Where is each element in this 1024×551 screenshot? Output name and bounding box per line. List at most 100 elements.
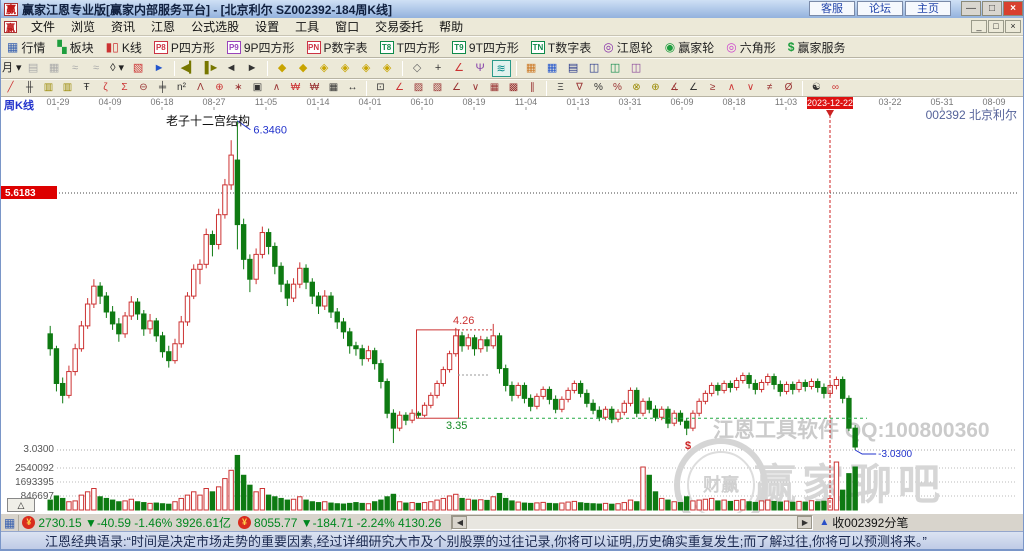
last-page-icon[interactable]: ▐► [201,60,220,77]
diamond-tool-6-icon[interactable]: ◈ [378,60,397,77]
toolbar-button-t-number-table[interactable]: TN T数字表 [525,38,597,57]
gann-draw-tool-11-icon[interactable]: Λ [192,81,209,96]
gann-draw-tool-34-icon[interactable]: ⊕ [647,81,664,96]
gann-draw-tool-4-icon[interactable]: ▥ [59,81,76,96]
gann-draw-tool-17-icon[interactable]: ₩ [306,81,323,96]
gann-draw-tool-7-icon[interactable]: Σ [116,81,133,96]
toolbar-button-gann-wheel[interactable]: ◎ 江恩轮 [597,38,659,57]
gann-draw-tool-33-icon[interactable]: ⊗ [628,81,645,96]
notebook-icon[interactable]: ▤ [564,60,583,77]
gann-draw-tool-18-icon[interactable]: ▦ [325,81,342,96]
gann-draw-tool-8-icon[interactable]: ⊖ [135,81,152,96]
taiji-tool-icon[interactable]: ∞ [827,81,844,96]
maximize-button[interactable]: □ [982,1,1002,16]
gann-draw-tool-2-icon[interactable]: ╫ [21,81,38,96]
gann-draw-tool-38-icon[interactable]: ∧ [723,81,740,96]
page-right-icon[interactable]: ► [243,60,262,77]
mdi-minimize-button[interactable]: _ [971,20,987,33]
horizontal-scrollbar[interactable]: ◀ ▶ [451,515,814,530]
gann-draw-tool-21-icon[interactable]: ∠ [391,81,408,96]
style-dropdown-icon[interactable]: ◊ ▾ [108,60,127,77]
gann-draw-tool-23-icon[interactable]: ▧ [429,81,446,96]
toolbar-button-t-square[interactable]: T8 T四方形 [374,38,446,57]
diamond-tool-1-icon[interactable]: ◆ [273,60,292,77]
toolbar-button-p-number-table[interactable]: PN P数字表 [301,38,374,57]
gann-draw-tool-24-icon[interactable]: ∠ [448,81,465,96]
tick-data-link[interactable]: ▲ 收002392分笔 [819,514,908,531]
diamond-tool-3-icon[interactable]: ◈ [315,60,334,77]
toolbar-button-p-square[interactable]: P8 P四方形 [148,38,221,57]
menu-item-news[interactable]: 资讯 [103,17,143,36]
sz-index-quote[interactable]: 8055.77 ▼-184.71 -2.24% 4130.26 [254,516,441,530]
menu-item-file[interactable]: 文件 [23,17,63,36]
period-dropdown-icon[interactable]: 月 ▾ [2,60,22,77]
calculator-icon[interactable]: ▦ [543,60,562,77]
diamond-tool-4-icon[interactable]: ◈ [336,60,355,77]
save-icon[interactable]: ◫ [585,60,604,77]
kline-chart-area[interactable]: 5.6183 3.0300 2540092 1693395 846697 01-29 04-… [1,97,1023,532]
gann-draw-tool-1-icon[interactable]: ╱ [2,81,19,96]
page-left-icon[interactable]: ◄ [222,60,241,77]
toolbar-button-sectors[interactable]: ▚ 板块 [51,38,99,57]
gann-draw-tool-37-icon[interactable]: ≥ [704,81,721,96]
menu-item-gann[interactable]: 江恩 [143,17,183,36]
gann-draw-tool-10-icon[interactable]: n² [173,81,190,96]
pen-tool-icon[interactable]: Ψ [471,60,490,77]
menu-item-settings[interactable]: 设置 [247,17,287,36]
diamond-tool-5-icon[interactable]: ◈ [357,60,376,77]
gann-draw-tool-14-icon[interactable]: ▣ [249,81,266,96]
angle-tool-icon[interactable]: ∠ [450,60,469,77]
menu-item-tools[interactable]: 工具 [287,17,327,36]
customer-service-button[interactable]: 客服 [809,1,855,16]
close-button[interactable]: × [1003,1,1023,16]
calendar-icon[interactable]: ▦ [522,60,541,77]
gann-draw-tool-26-icon[interactable]: ▦ [486,81,503,96]
gann-draw-tool-9-icon[interactable]: ╪ [154,81,171,96]
menu-item-help[interactable]: 帮助 [431,17,471,36]
pan-tool-icon[interactable]: ◇ [408,60,427,77]
gann-draw-tool-42-icon[interactable]: ☯ [808,81,825,96]
menu-item-trade[interactable]: 交易委托 [367,17,431,36]
crosshair-tool-icon[interactable]: + [429,60,448,77]
gann-draw-tool-25-icon[interactable]: ∨ [467,81,484,96]
menu-item-formula-stock-pick[interactable]: 公式选股 [183,17,247,36]
first-page-icon[interactable]: ◀▎ [180,60,199,77]
print-icon[interactable]: ◫ [627,60,646,77]
toolbar-button-quotes[interactable]: ▦ 行情 [1,38,51,57]
gann-draw-tool-36-icon[interactable]: ∠ [685,81,702,96]
line-tool-icon[interactable]: ≋ [491,60,511,77]
toolbar-button-winner-service[interactable]: $ 赢家服务 [782,38,852,57]
gann-draw-tool-35-icon[interactable]: ∡ [666,81,683,96]
gann-draw-tool-30-icon[interactable]: ∇ [571,81,588,96]
gann-draw-tool-22-icon[interactable]: ▨ [410,81,427,96]
gann-draw-tool-16-icon[interactable]: ₩ [287,81,304,96]
gann-draw-tool-32-icon[interactable]: % [609,81,626,96]
scrollbar-track[interactable] [467,516,797,529]
menu-item-browse[interactable]: 浏览 [63,17,103,36]
gann-draw-tool-20-icon[interactable]: ⊡ [372,81,389,96]
gann-draw-tool-3-icon[interactable]: ▥ [40,81,57,96]
gann-draw-tool-41-icon[interactable]: Ø [780,81,797,96]
mdi-restore-button[interactable]: □ [988,20,1004,33]
gann-draw-tool-40-icon[interactable]: ≠ [761,81,778,96]
gann-draw-tool-39-icon[interactable]: ∨ [742,81,759,96]
minimize-button[interactable]: — [961,1,981,16]
homepage-button[interactable]: 主页 [905,1,951,16]
export-icon[interactable]: ◫ [606,60,625,77]
volume-pane-expand-button[interactable]: △ [7,498,35,512]
toolbar-button-winner-wheel[interactable]: ◉ 赢家轮 [659,38,721,57]
gann-draw-tool-12-icon[interactable]: ⊕ [211,81,228,96]
forum-button[interactable]: 论坛 [857,1,903,16]
play-icon[interactable]: ► [150,60,169,77]
toolbar-button-hexagon[interactable]: ◎ 六角形 [720,38,782,57]
kline-color-toggle-icon[interactable]: ▧ [129,60,148,77]
gann-draw-tool-27-icon[interactable]: ▩ [505,81,522,96]
gann-draw-tool-5-icon[interactable]: Ŧ [78,81,95,96]
gann-draw-tool-19-icon[interactable]: ↔ [344,81,361,96]
mdi-close-button[interactable]: × [1005,20,1021,33]
gann-draw-tool-29-icon[interactable]: Ξ [552,81,569,96]
gann-draw-tool-31-icon[interactable]: % [590,81,607,96]
gann-draw-tool-28-icon[interactable]: ∥ [524,81,541,96]
gann-draw-tool-6-icon[interactable]: ζ [97,81,114,96]
toolbar-button-9t-square[interactable]: T9 9T四方形 [446,38,525,57]
